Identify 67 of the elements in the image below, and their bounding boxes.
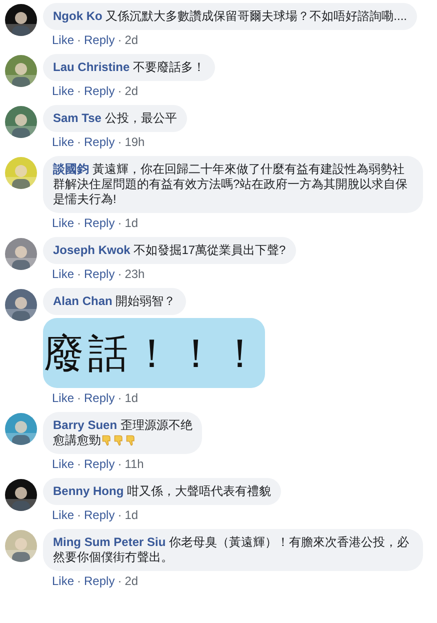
timestamp: 2d (124, 33, 138, 47)
timestamp: 1d (124, 391, 138, 405)
author-link[interactable]: Lau Christine (53, 60, 130, 74)
separator-dot: · (77, 457, 82, 471)
separator-dot: · (118, 508, 122, 522)
action-link[interactable]: Reply (84, 267, 115, 281)
author-link[interactable]: Alan Chan (53, 294, 112, 308)
separator-dot: · (118, 391, 122, 405)
action-link[interactable]: Reply (84, 33, 115, 47)
separator-dot: · (118, 135, 122, 149)
timestamp: 2d (124, 84, 138, 98)
action-link[interactable]: Reply (84, 457, 115, 471)
action-link[interactable]: Like (52, 216, 74, 230)
timestamp: 19h (124, 135, 145, 149)
action-link[interactable]: Like (52, 574, 74, 588)
author-link[interactable]: Barry Suen (53, 418, 118, 432)
timestamp: 23h (124, 267, 145, 281)
separator-dot: · (118, 457, 122, 471)
action-link[interactable]: Like (52, 135, 74, 149)
separator-dot: · (118, 267, 122, 281)
comment-bubble: Sam Tse 公投，最公平 (43, 105, 187, 132)
comment-bubble: 談國鈞 黃遠輝，你在回歸二十年來做了什麼有益有建設性為弱勢社群解決住屋問題的有益有效方法嗎?站在政府一方為其開脫以求自保是懦夫行為! (43, 156, 423, 213)
timestamp: 1d (124, 508, 138, 522)
action-link[interactable]: Like (52, 508, 74, 522)
author-link[interactable]: Joseph Kwok (53, 243, 130, 257)
sticker: 廢話！！！ (43, 318, 265, 388)
action-link[interactable]: Reply (84, 216, 115, 230)
separator-dot: · (77, 267, 82, 281)
action-link[interactable]: Like (52, 267, 74, 281)
author-link[interactable]: 談國鈞 (53, 162, 89, 176)
author-link[interactable]: Sam Tse (53, 111, 102, 125)
separator-dot: · (118, 33, 122, 47)
action-link[interactable]: Like (52, 84, 74, 98)
comment-bubble: Lau Christine 不要廢話多！ (43, 54, 216, 81)
action-link[interactable]: Like (52, 457, 74, 471)
separator-dot: · (77, 135, 82, 149)
separator-dot: · (77, 84, 82, 98)
separator-dot: · (118, 574, 122, 588)
thumbs-down-icon (101, 434, 113, 446)
action-link[interactable]: Reply (84, 391, 115, 405)
author-link[interactable]: Ngok Ko (53, 9, 102, 23)
timestamp: 11h (124, 457, 144, 471)
separator-dot: · (77, 508, 82, 522)
separator-dot: · (118, 216, 122, 230)
comment-bubble: Barry Suen 歪理源源不绝 愈講愈勁 (43, 412, 202, 454)
comment-bubble: Joseph Kwok 不如發掘17萬從業員出下聲? (43, 237, 296, 264)
comment-bubble: Ngok Ko 又係沉默大多數讚成保留哥爾夫球場？不如唔好諮詢嘞.... (43, 3, 418, 30)
comment-bubble: Benny Hong 咁又係，大聲唔代表有禮貌 (43, 478, 282, 505)
separator-dot: · (118, 84, 122, 98)
action-link[interactable]: Reply (84, 508, 115, 522)
action-link[interactable]: Like (52, 391, 74, 405)
comment-bubble: Alan Chan 開始弱智？ (43, 288, 186, 315)
separator-dot: · (77, 33, 82, 47)
action-link[interactable]: Reply (84, 135, 115, 149)
author-link[interactable]: Benny Hong (53, 484, 124, 498)
author-link[interactable]: Ming Sum Peter Siu (53, 535, 166, 549)
timestamp: 1d (124, 216, 138, 230)
separator-dot: · (77, 574, 82, 588)
separator-dot: · (77, 216, 82, 230)
action-link[interactable]: Reply (84, 574, 115, 588)
separator-dot: · (77, 391, 82, 405)
timestamp: 2d (124, 574, 138, 588)
comment-bubble: Ming Sum Peter Siu 你老母臭（黃遠輝）！有膽來次香港公投，必然要你個僕街冇聲出。 (43, 529, 423, 571)
thumbs-down-icon (125, 434, 137, 446)
action-link[interactable]: Reply (84, 84, 115, 98)
thumbs-down-icon (113, 434, 125, 446)
action-link[interactable]: Like (52, 33, 74, 47)
